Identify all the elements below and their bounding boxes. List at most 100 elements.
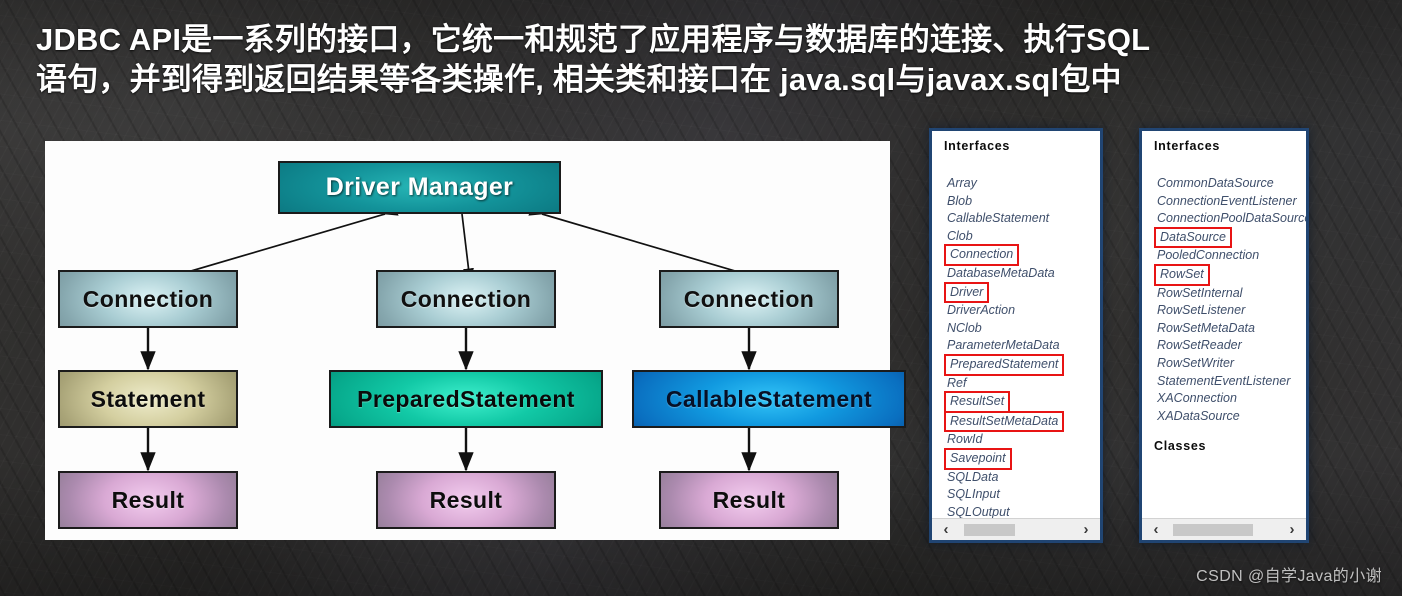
title-line-2: 语句，并到得到返回结果等各类操作, 相关类和接口在 java.sql与javax…	[36, 62, 1122, 97]
api-list-item[interactable]: RowSetWriter	[1154, 355, 1306, 373]
api-list-item[interactable]: RowSet	[1154, 263, 1306, 286]
api-list-item[interactable]: XADataSource	[1154, 408, 1306, 426]
node-callable-statement[interactable]: CallableStatement	[632, 370, 906, 428]
scroll-right-icon[interactable]: ›	[1285, 522, 1299, 537]
node-connection-3[interactable]: Connection	[659, 270, 839, 328]
api-item-label: StatementEventListener	[1157, 373, 1291, 388]
api-list-item[interactable]: ResultSet	[944, 391, 1100, 413]
api-list-item[interactable]: RowId	[944, 431, 1100, 449]
api-list-item[interactable]: PooledConnection	[1154, 247, 1306, 265]
node-label: Result	[111, 486, 185, 513]
api-list-item[interactable]: StatementEventListener	[1154, 373, 1306, 391]
node-label: PreparedStatement	[357, 385, 575, 412]
api-item-label: NClob	[947, 320, 982, 335]
api-item-label: Blob	[947, 193, 973, 208]
java-sql-api-panel: Interfaces Array Blob CallableStatement Clo…	[932, 131, 1100, 540]
node-label: Connection	[683, 285, 815, 312]
api-list-item[interactable]: XAConnection	[1154, 390, 1306, 408]
node-result-2[interactable]: Result	[376, 471, 556, 529]
api-item-label: XAConnection	[1157, 391, 1237, 406]
api-list-item[interactable]: SQLOutput	[944, 504, 1100, 518]
javax-sql-interfaces-heading: Interfaces	[1154, 139, 1221, 153]
node-label: Result	[429, 486, 503, 513]
api-list-item[interactable]: Array	[944, 175, 1100, 193]
api-item-label: Ref	[947, 375, 967, 390]
node-connection-1[interactable]: Connection	[58, 270, 238, 328]
api-list-item[interactable]: RowSetInternal	[1154, 285, 1306, 303]
java-sql-interface-list[interactable]: Array Blob CallableStatement Clob Connection…	[944, 175, 1100, 518]
api-item-label: SQLInput	[947, 487, 1000, 502]
api-item-label: Connection	[944, 244, 1020, 266]
node-result-1[interactable]: Result	[58, 471, 238, 529]
java-sql-interfaces-heading: Interfaces	[944, 139, 1011, 153]
api-list-item[interactable]: Connection	[944, 244, 1100, 266]
java-sql-panel-body: Interfaces Array Blob CallableStatement Clo…	[932, 131, 1100, 518]
api-item-label: RowId	[947, 432, 983, 447]
api-list-item[interactable]: Savepoint	[944, 447, 1100, 470]
api-item-label: CommonDataSource	[1157, 176, 1274, 190]
node-result-3[interactable]: Result	[659, 471, 839, 529]
javax-sql-horizontal-scrollbar[interactable]: ‹ ›	[1142, 518, 1306, 540]
csdn-watermark: CSDN @自学Java的小谢	[1196, 568, 1382, 585]
api-item-label: PreparedStatement	[944, 353, 1065, 376]
api-list-item[interactable]: RowSetReader	[1154, 337, 1306, 355]
api-item-label: Array	[947, 176, 977, 190]
api-item-label: ConnectionPoolDataSource	[1157, 211, 1306, 226]
api-list-item[interactable]: SQLData	[944, 469, 1100, 487]
api-item-label: DataSource	[1154, 226, 1233, 249]
api-item-label: RowSetReader	[1157, 338, 1242, 353]
api-list-item[interactable]: Driver	[944, 281, 1100, 304]
jdbc-architecture-diagram: Driver Manager Connection Connection Con…	[45, 141, 906, 540]
api-item-label: Driver	[944, 281, 990, 304]
node-prepared-statement[interactable]: PreparedStatement	[329, 370, 603, 428]
scrollbar-thumb[interactable]	[963, 523, 1015, 536]
scrollbar-track[interactable]	[1169, 523, 1279, 536]
api-list-item[interactable]: PreparedStatement	[944, 353, 1100, 376]
api-list-item[interactable]: DriverAction	[944, 302, 1100, 320]
api-item-label: PooledConnection	[1157, 248, 1260, 263]
api-list-item[interactable]: RowSetMetaData	[1154, 320, 1306, 338]
api-list-item[interactable]: CallableStatement	[944, 210, 1100, 228]
api-list-item[interactable]: DataSource	[1154, 226, 1306, 249]
node-label: Statement	[90, 385, 206, 412]
node-label: CallableStatement	[665, 385, 873, 412]
scrollbar-track[interactable]	[959, 523, 1073, 536]
api-list-item[interactable]: DatabaseMetaData	[944, 265, 1100, 283]
node-connection-2[interactable]: Connection	[376, 270, 556, 328]
node-statement[interactable]: Statement	[58, 370, 238, 428]
api-item-label: ConnectionEventListener	[1157, 193, 1297, 208]
node-label: Result	[712, 486, 786, 513]
scroll-right-icon[interactable]: ›	[1079, 522, 1093, 537]
javax-sql-interface-list[interactable]: CommonDataSource ConnectionEventListener C…	[1154, 175, 1306, 425]
api-item-label: RowSetListener	[1157, 303, 1246, 318]
api-list-item[interactable]: ResultSetMetaData	[944, 410, 1100, 433]
api-item-label: CallableStatement	[947, 211, 1050, 226]
api-item-label: SQLData	[947, 469, 999, 484]
javax-sql-panel-body: Interfaces CommonDataSource ConnectionEve…	[1142, 131, 1306, 518]
api-item-label: SQLOutput	[947, 504, 1010, 518]
node-driver-manager[interactable]: Driver Manager	[278, 161, 561, 214]
api-list-item[interactable]: ConnectionPoolDataSource	[1154, 210, 1306, 228]
api-list-item[interactable]: ConnectionEventListener	[1154, 193, 1306, 211]
api-list-item[interactable]: Blob	[944, 193, 1100, 211]
slide-background: JDBC API是一系列的接口，它统一和规范了应用程序与数据库的连接、执行SQL…	[0, 0, 1402, 596]
scroll-left-icon[interactable]: ‹	[1149, 522, 1163, 537]
api-item-label: DriverAction	[947, 303, 1016, 318]
api-list-item[interactable]: Ref	[944, 375, 1100, 393]
api-list-item[interactable]: CommonDataSource	[1154, 175, 1306, 193]
javax-sql-classes-heading: Classes	[1154, 439, 1207, 454]
api-item-label: Clob	[947, 228, 973, 243]
scroll-left-icon[interactable]: ‹	[939, 522, 953, 537]
api-list-item[interactable]: NClob	[944, 320, 1100, 338]
api-list-item[interactable]: RowSetListener	[1154, 302, 1306, 320]
slide-title: JDBC API是一系列的接口，它统一和规范了应用程序与数据库的连接、执行SQL…	[36, 20, 1356, 100]
javax-sql-api-panel: Interfaces CommonDataSource ConnectionEve…	[1142, 131, 1306, 540]
api-list-item[interactable]: Clob	[944, 228, 1100, 246]
title-line-1: JDBC API是一系列的接口，它统一和规范了应用程序与数据库的连接、执行SQL	[36, 22, 1151, 57]
api-item-label: RowSetInternal	[1157, 285, 1243, 300]
api-item-label: XADataSource	[1157, 408, 1240, 423]
api-list-item[interactable]: ParameterMetaData	[944, 337, 1100, 355]
scrollbar-thumb[interactable]	[1173, 523, 1253, 536]
java-sql-horizontal-scrollbar[interactable]: ‹ ›	[932, 518, 1100, 540]
api-list-item[interactable]: SQLInput	[944, 486, 1100, 504]
